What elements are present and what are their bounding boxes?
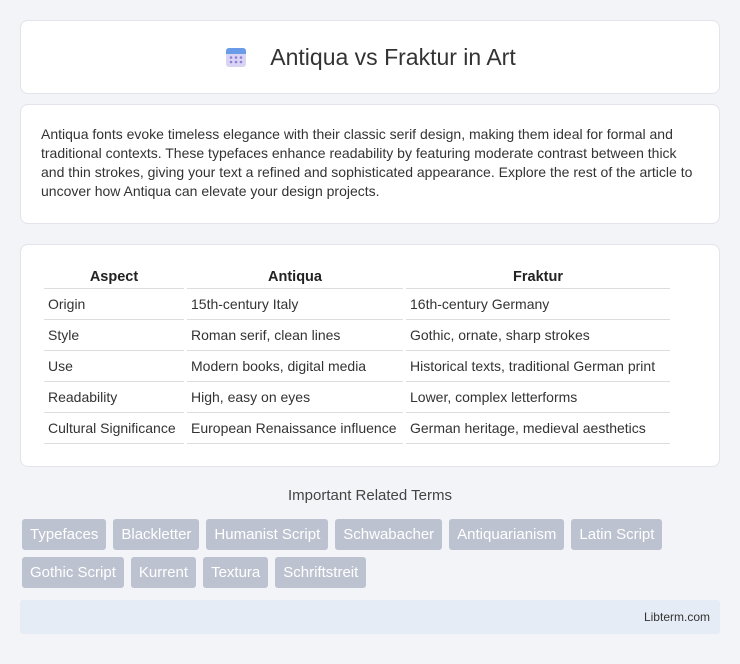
tag-gothic-script[interactable]: Gothic Script [22,557,124,588]
comparison-table: Aspect Antiqua Fraktur Origin 15th-centu… [41,267,673,444]
table-cell: Readability [44,382,184,413]
table-cell: Gothic, ornate, sharp strokes [406,320,670,351]
table-row: Readability High, easy on eyes Lower, co… [44,382,670,413]
footer-link[interactable]: Libterm.com [644,610,710,624]
tag-humanist-script[interactable]: Humanist Script [206,519,329,550]
header-antiqua: Antiqua [187,267,403,289]
tag-antiquarianism[interactable]: Antiquarianism [449,519,565,550]
table-cell: European Renaissance influence [187,413,403,444]
header-aspect: Aspect [44,267,184,289]
table-cell: Historical texts, traditional German pri… [406,351,670,382]
calendar-icon [224,45,248,69]
table-cell: German heritage, medieval aesthetics [406,413,670,444]
intro-card: Antiqua fonts evoke timeless elegance wi… [20,104,720,224]
tag-kurrent[interactable]: Kurrent [130,557,197,588]
table-cell: Cultural Significance [44,413,184,444]
table-row: Cultural Significance European Renaissan… [44,413,670,444]
table-cell: 16th-century Germany [406,289,670,320]
tag-schriftstreit[interactable]: Schriftstreit [275,557,367,588]
tag-textura[interactable]: Textura [203,557,269,588]
header: Antiqua vs Fraktur in Art [224,43,516,71]
table-cell: Style [44,320,184,351]
header-fraktur: Fraktur [406,267,670,289]
related-terms-title: Important Related Terms [288,487,452,504]
table-cell: Roman serif, clean lines [187,320,403,351]
tag-latin-script[interactable]: Latin Script [571,519,663,550]
comparison-card: Aspect Antiqua Fraktur Origin 15th-centu… [20,244,720,467]
related-terms-tags: Typefaces Blackletter Humanist Script Sc… [22,519,722,588]
table-header-row: Aspect Antiqua Fraktur [44,267,670,289]
tag-schwabacher[interactable]: Schwabacher [335,519,443,550]
table-cell: Origin [44,289,184,320]
table-row: Style Roman serif, clean lines Gothic, o… [44,320,670,351]
table-cell: Modern books, digital media [187,351,403,382]
table-cell: Use [44,351,184,382]
table-cell: High, easy on eyes [187,382,403,413]
table-row: Origin 15th-century Italy 16th-century G… [44,289,670,320]
table-cell: Lower, complex letterforms [406,382,670,413]
table-cell: 15th-century Italy [187,289,403,320]
intro-text: Antiqua fonts evoke timeless elegance wi… [41,126,693,199]
table-row: Use Modern books, digital media Historic… [44,351,670,382]
footer: Libterm.com [20,600,720,634]
tag-typefaces[interactable]: Typefaces [22,519,107,550]
header-card: Antiqua vs Fraktur in Art [20,20,720,94]
tag-blackletter[interactable]: Blackletter [113,519,200,550]
page-title: Antiqua vs Fraktur in Art [270,43,516,70]
